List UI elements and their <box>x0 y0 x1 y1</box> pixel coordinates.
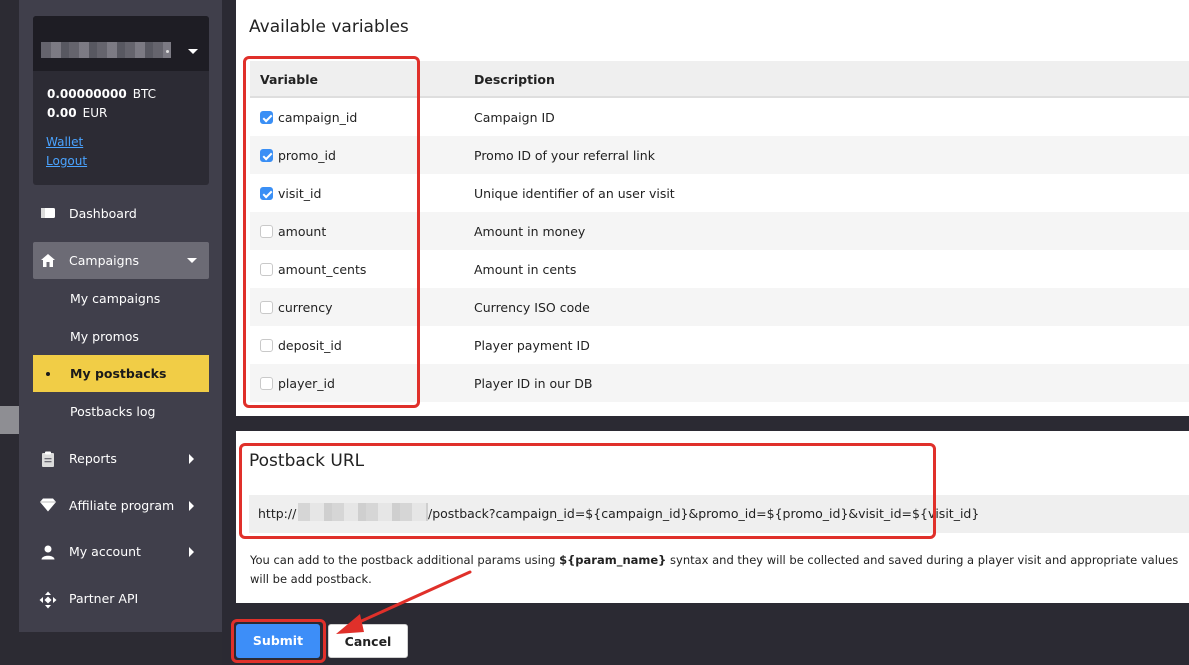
variable-name: amount_cents <box>278 262 367 277</box>
cancel-button[interactable]: Cancel <box>328 624 408 658</box>
nav-my-promos-label: My promos <box>70 329 139 344</box>
clipboard-icon <box>39 451 57 467</box>
variable-name: currency <box>278 300 333 315</box>
variable-name: promo_id <box>278 148 336 163</box>
table-row: deposit_id Player payment ID <box>250 326 1189 364</box>
chevron-right-icon <box>189 501 194 511</box>
table-row: visit_id Unique identifier of an user vi… <box>250 174 1189 212</box>
btc-currency: BTC <box>132 87 156 101</box>
sidebar: 0.00000000 BTC 0.00 EUR Wallet Logout Dash… <box>19 0 222 632</box>
left-edge-strip <box>0 0 19 665</box>
variable-description: Player ID in our DB <box>474 376 593 391</box>
table-row: promo_id Promo ID of your referral link <box>250 136 1189 174</box>
available-variables-panel: Available variables Variable Description… <box>236 0 1189 416</box>
btc-balance: 0.00000000 BTC <box>47 87 156 101</box>
checkbox-currency[interactable] <box>260 301 273 314</box>
variable-description: Amount in cents <box>474 262 577 277</box>
chevron-right-icon <box>189 547 194 557</box>
nav-dashboard-label: Dashboard <box>69 206 137 221</box>
nav-campaigns-label: Campaigns <box>69 253 140 268</box>
checkbox-campaign-id[interactable] <box>260 111 273 124</box>
nav-partner-api-label: Partner API <box>69 591 139 606</box>
eur-amount: 0.00 <box>47 106 77 120</box>
variable-name: player_id <box>278 376 335 391</box>
table-row: amount_cents Amount in cents <box>250 250 1189 288</box>
edge-tab <box>0 406 19 434</box>
checkbox-visit-id[interactable] <box>260 187 273 200</box>
diamond-icon <box>39 498 57 514</box>
nav-my-account[interactable]: My account <box>19 533 222 570</box>
postback-url-field[interactable]: http:// /postback?campaign_id=${campaign… <box>249 495 1189 533</box>
arrows-move-icon <box>39 591 57 609</box>
home-icon <box>39 253 57 269</box>
account-card: 0.00000000 BTC 0.00 EUR Wallet Logout <box>33 16 209 185</box>
checkbox-player-id[interactable] <box>260 377 273 390</box>
postback-title: Postback URL <box>249 451 365 471</box>
variable-description: Promo ID of your referral link <box>474 148 655 163</box>
nav-my-postbacks[interactable]: My postbacks <box>33 355 209 392</box>
variable-name: visit_id <box>278 186 322 201</box>
nav-postbacks-log-label: Postbacks log <box>70 404 156 419</box>
nav-reports[interactable]: Reports <box>19 440 222 477</box>
active-bullet-icon <box>46 372 50 376</box>
nav-my-campaigns-label: My campaigns <box>70 291 161 306</box>
sidebar-footer <box>19 632 222 665</box>
nav-campaigns[interactable]: Campaigns <box>33 242 209 279</box>
variable-description: Unique identifier of an user visit <box>474 186 675 201</box>
variable-name: deposit_id <box>278 338 342 353</box>
logout-link[interactable]: Logout <box>46 154 87 168</box>
eur-currency: EUR <box>82 106 108 120</box>
variable-description: Player payment ID <box>474 338 590 353</box>
table-row: player_id Player ID in our DB <box>250 364 1189 402</box>
submit-button[interactable]: Submit <box>236 624 320 658</box>
dashboard-icon <box>39 206 57 222</box>
help-text-start: You can add to the postback additional p… <box>250 553 560 567</box>
nav-postbacks-log[interactable]: Postbacks log <box>33 393 209 430</box>
user-icon <box>39 544 57 560</box>
postback-help-text: You can add to the postback additional p… <box>250 551 1189 589</box>
btc-amount: 0.00000000 <box>47 87 127 101</box>
variable-name: amount <box>278 224 327 239</box>
chevron-right-icon <box>189 454 194 464</box>
variable-description: Currency ISO code <box>474 300 590 315</box>
table-header: Variable Description <box>250 61 1189 98</box>
variable-description: Amount in money <box>474 224 586 239</box>
variables-title: Available variables <box>249 17 409 37</box>
table-row: amount Amount in money <box>250 212 1189 250</box>
checkbox-deposit-id[interactable] <box>260 339 273 352</box>
postback-url-panel: Postback URL http:// /postback?campaign_… <box>236 431 1189 603</box>
url-path: /postback?campaign_id=${campaign_id}&pro… <box>428 506 980 521</box>
nav-my-account-label: My account <box>69 544 141 559</box>
nav-partner-api[interactable]: Partner API <box>19 580 222 617</box>
chevron-down-icon <box>187 258 197 263</box>
eur-balance: 0.00 EUR <box>47 106 107 120</box>
variable-description: Campaign ID <box>474 110 555 125</box>
nav-reports-label: Reports <box>69 451 117 466</box>
variables-table: Variable Description campaign_id Campaig… <box>250 61 1189 402</box>
checkbox-promo-id[interactable] <box>260 149 273 162</box>
checkbox-amount[interactable] <box>260 225 273 238</box>
chevron-down-icon[interactable] <box>188 49 198 54</box>
nav-dashboard[interactable]: Dashboard <box>19 195 222 232</box>
column-header-description: Description <box>474 72 555 87</box>
account-switcher[interactable] <box>33 16 209 71</box>
checkbox-amount-cents[interactable] <box>260 263 273 276</box>
column-header-variable: Variable <box>260 72 319 87</box>
nav-my-postbacks-label: My postbacks <box>70 366 167 381</box>
nav-my-campaigns[interactable]: My campaigns <box>33 280 209 317</box>
account-name-redacted <box>41 42 171 58</box>
url-host-redacted <box>298 503 428 521</box>
account-name-dot <box>166 50 169 53</box>
url-scheme: http:// <box>258 506 297 521</box>
variable-name: campaign_id <box>278 110 358 125</box>
nav-affiliate-program[interactable]: Affiliate program <box>19 487 222 524</box>
nav-my-promos[interactable]: My promos <box>33 318 209 355</box>
help-param-syntax: ${param_name} <box>559 553 667 567</box>
wallet-link[interactable]: Wallet <box>46 135 83 149</box>
table-row: campaign_id Campaign ID <box>250 98 1189 136</box>
nav-affiliate-program-label: Affiliate program <box>69 498 175 513</box>
table-row: currency Currency ISO code <box>250 288 1189 326</box>
